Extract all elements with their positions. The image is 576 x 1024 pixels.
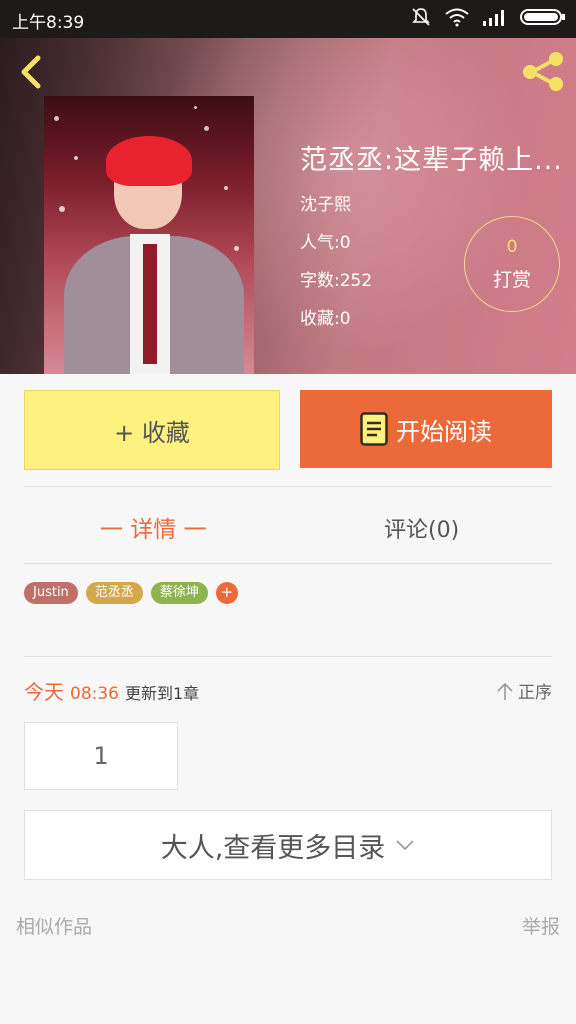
chevron-down-icon xyxy=(396,840,414,851)
book-title: 范丞丞:这辈子赖上... xyxy=(300,145,563,176)
signal-icon xyxy=(483,10,504,26)
start-reading-label: 开始阅读 xyxy=(396,417,492,446)
sort-order-button[interactable]: 正序 xyxy=(496,678,552,703)
reward-label: 打赏 xyxy=(492,269,531,291)
tab-details[interactable]: 一 详情 一 xyxy=(100,510,207,544)
tag-list: Justin 范丞丞 蔡徐坤 + xyxy=(24,582,238,604)
update-text: 更新到1章 xyxy=(125,684,200,703)
status-bar: 上午8:39 xyxy=(0,0,576,38)
cover-figure-hair xyxy=(106,136,192,186)
similar-works-link[interactable]: 相似作品 xyxy=(16,912,92,939)
wifi-icon xyxy=(445,8,469,27)
back-icon[interactable] xyxy=(14,52,48,92)
tag-justin[interactable]: Justin xyxy=(24,582,78,604)
add-favorite-button[interactable]: + 收藏 xyxy=(24,390,280,470)
status-icons xyxy=(410,6,566,28)
update-info: 今天 08:36 更新到1章 xyxy=(24,676,199,705)
chapter-item[interactable]: 1 xyxy=(24,722,178,790)
book-icon xyxy=(360,412,388,446)
reward-count: 0 xyxy=(506,237,518,257)
reward-button[interactable]: 0 打赏 xyxy=(464,216,560,312)
arrow-up-icon xyxy=(497,682,513,700)
book-cover-image xyxy=(44,96,254,374)
book-header: 范丞丞:这辈子赖上... 沈子熙 人气:0 字数:252 收藏:0 0 打赏 xyxy=(0,38,576,374)
update-day: 今天 xyxy=(24,680,64,704)
cover-figure-tie xyxy=(143,244,157,364)
divider xyxy=(24,486,552,487)
report-link[interactable]: 举报 xyxy=(522,912,560,939)
tab-comments[interactable]: 评论(0) xyxy=(384,512,459,544)
more-chapters-label: 大人,查看更多目录 xyxy=(160,832,386,864)
start-reading-button[interactable]: 开始阅读 xyxy=(300,390,552,468)
sort-order-label: 正序 xyxy=(518,683,552,703)
status-time: 上午8:39 xyxy=(12,13,85,33)
tag-cai-xukun[interactable]: 蔡徐坤 xyxy=(150,582,208,604)
divider xyxy=(24,563,552,564)
add-favorite-label: + 收藏 xyxy=(114,418,190,447)
add-tag-button[interactable]: + xyxy=(215,582,238,604)
divider xyxy=(24,656,552,657)
share-icon[interactable] xyxy=(518,48,568,94)
update-time: 08:36 xyxy=(70,684,119,704)
more-chapters-button[interactable]: 大人,查看更多目录 xyxy=(24,810,552,880)
battery-icon xyxy=(520,9,565,25)
tag-fan-chengcheng[interactable]: 范丞丞 xyxy=(85,582,143,604)
book-author: 沈子熙 xyxy=(300,195,351,215)
mute-icon xyxy=(412,8,430,26)
